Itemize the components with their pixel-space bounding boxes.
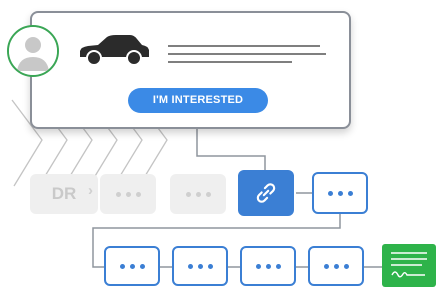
ellipsis-icon <box>185 191 211 197</box>
ellipsis-icon <box>119 263 145 269</box>
card-link-connector <box>196 129 266 170</box>
text-lines <box>168 45 326 63</box>
avatar <box>7 25 59 77</box>
stage-box-bottom[interactable] <box>172 246 228 286</box>
stage-box-faded <box>100 174 156 214</box>
interested-button[interactable]: I'M INTERESTED <box>128 88 268 113</box>
car-icon <box>80 35 149 66</box>
chevron-right-icon: › <box>88 182 93 199</box>
stage-box-faded <box>170 174 226 214</box>
stage-box-link[interactable] <box>238 170 294 216</box>
link-icon <box>256 183 276 203</box>
ellipsis-icon <box>327 190 353 196</box>
ellipsis-icon <box>255 263 281 269</box>
stage-dr-label: DR <box>51 184 77 203</box>
ellipsis-icon <box>187 263 213 269</box>
person-icon <box>9 27 57 75</box>
stage-box-bottom[interactable] <box>104 246 160 286</box>
document-lines <box>391 252 427 278</box>
stage-box-next[interactable] <box>312 172 368 214</box>
lead-card: I'M INTERESTED <box>30 11 351 129</box>
ellipsis-icon <box>115 191 141 197</box>
stage-box-bottom[interactable] <box>308 246 364 286</box>
contract-document-icon <box>382 244 436 287</box>
stage-box-bottom[interactable] <box>240 246 296 286</box>
ellipsis-icon <box>323 263 349 269</box>
stage-dr-box: DR › <box>30 174 98 214</box>
